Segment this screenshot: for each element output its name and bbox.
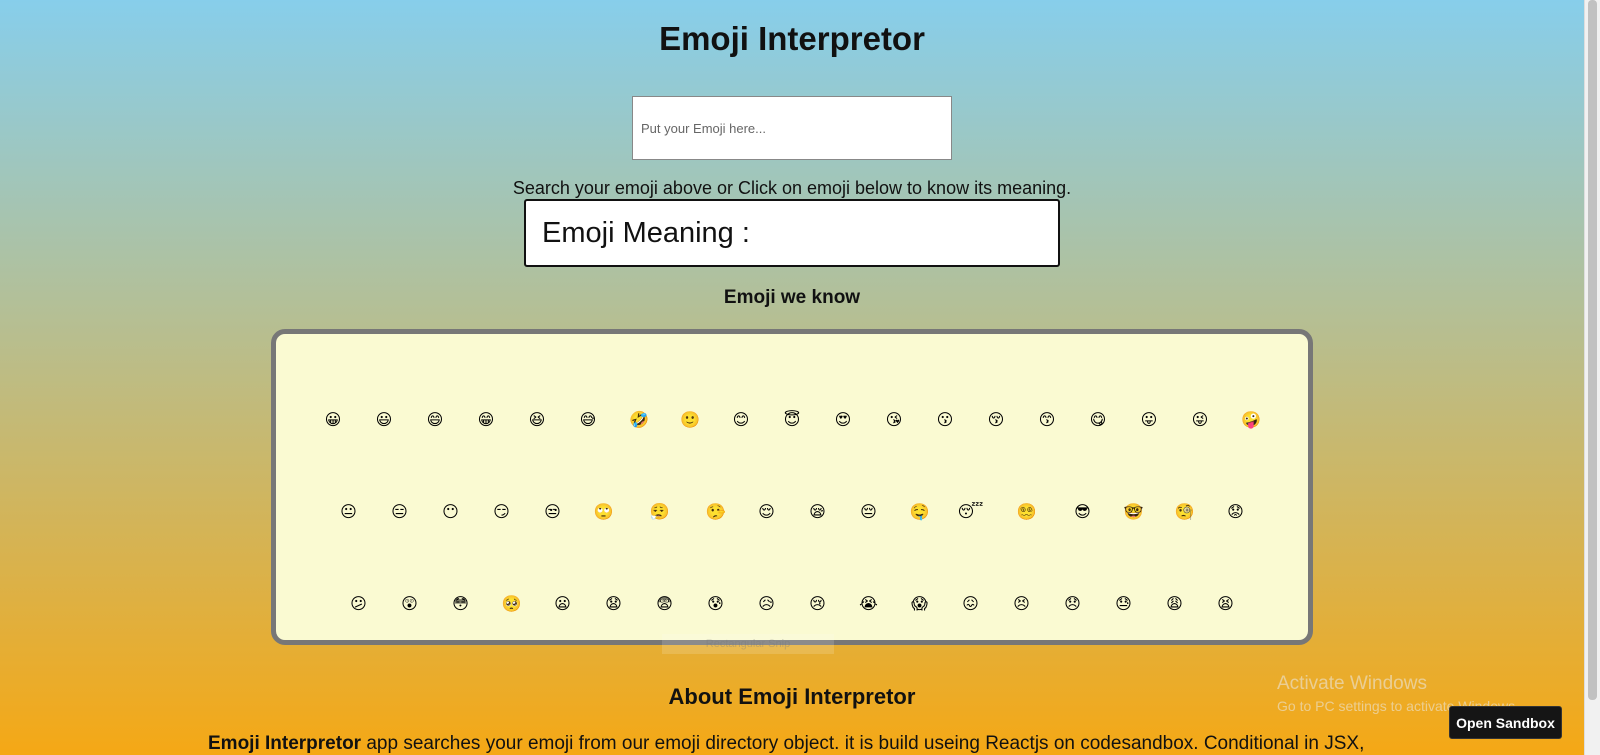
emoji-item[interactable]: 😇	[767, 407, 818, 431]
emoji-item[interactable]: 🥺	[486, 591, 537, 615]
emoji-item[interactable]: 😔	[843, 499, 894, 523]
emoji-item[interactable]: 😧	[588, 591, 639, 615]
emoji-row-3: 😕 😲 😳 🥺 😦 😧 😨 😰 😥 😢 😭 😱 😖 😣 😞 😓 😩 😫	[276, 591, 1308, 615]
emoji-item[interactable]: 🤪	[1226, 407, 1277, 431]
emoji-item[interactable]: 😮‍💨	[629, 499, 690, 523]
emoji-item[interactable]: 😊	[716, 407, 767, 431]
emoji-item[interactable]: 🙄	[578, 499, 629, 523]
emoji-row-2: 😐 😑 😶 😏 😒 🙄 😮‍💨 🤥 😌 😪 😔 🤤 😴 😵‍💫 😎 🤓 🧐 😟	[276, 499, 1308, 523]
snip-overlay-label: Rectangular Snip	[662, 634, 834, 654]
emoji-item[interactable]: 😓	[1098, 591, 1149, 615]
emoji-item[interactable]: 😁	[461, 407, 512, 431]
meaning-label: Emoji Meaning :	[542, 217, 750, 249]
emoji-item[interactable]: 😩	[1149, 591, 1200, 615]
emoji-item[interactable]: 😒	[527, 499, 578, 523]
emoji-item[interactable]: 😃	[359, 407, 410, 431]
emoji-item[interactable]: 🙂	[665, 407, 716, 431]
emoji-item[interactable]: 🤣	[614, 407, 665, 431]
emoji-item[interactable]: 😢	[792, 591, 843, 615]
emoji-item[interactable]: 😘	[869, 407, 920, 431]
emoji-item[interactable]: 😭	[843, 591, 894, 615]
emoji-item[interactable]: 🤓	[1108, 499, 1159, 523]
emoji-item[interactable]: 😑	[374, 499, 425, 523]
emoji-item[interactable]: 😵‍💫	[996, 499, 1057, 523]
emoji-item[interactable]: 🤤	[894, 499, 945, 523]
instruction-text: Search your emoji above or Click on emoj…	[512, 178, 1072, 198]
emoji-item[interactable]: 😳	[435, 591, 486, 615]
emoji-list-title: Emoji we know	[723, 287, 861, 308]
emoji-item[interactable]: 😞	[1047, 591, 1098, 615]
about-description: app searches your emoji from our emoji d…	[361, 733, 1365, 754]
emoji-item[interactable]: 😨	[639, 591, 690, 615]
emoji-item[interactable]: 😋	[1073, 407, 1124, 431]
emoji-item[interactable]: 😖	[945, 591, 996, 615]
emoji-item[interactable]: 😕	[333, 591, 384, 615]
emoji-item[interactable]: 😲	[384, 591, 435, 615]
emoji-item[interactable]: 😄	[410, 407, 461, 431]
emoji-item[interactable]: 😌	[741, 499, 792, 523]
emoji-item[interactable]: 😎	[1057, 499, 1108, 523]
watermark-title: Activate Windows	[1277, 673, 1427, 694]
emoji-item[interactable]: 😜	[1175, 407, 1226, 431]
about-app-name: Emoji Interpretor	[208, 733, 362, 754]
emoji-search-input[interactable]	[632, 96, 952, 160]
emoji-item[interactable]: 😦	[537, 591, 588, 615]
open-sandbox-button[interactable]: Open Sandbox	[1449, 706, 1562, 739]
emoji-item[interactable]: 😗	[920, 407, 971, 431]
emoji-row-1: 😀 😃 😄 😁 😆 😅 🤣 🙂 😊 😇 😍 😘 😗 😚 😙 😋 😛 😜 🤪	[276, 407, 1308, 431]
emoji-item[interactable]: 😟	[1210, 499, 1261, 523]
emoji-item[interactable]: 😚	[971, 407, 1022, 431]
emoji-item[interactable]: 😪	[792, 499, 843, 523]
emoji-item[interactable]: 😙	[1022, 407, 1073, 431]
emoji-item[interactable]: 🧐	[1159, 499, 1210, 523]
page-scrollbar[interactable]	[1584, 0, 1600, 755]
emoji-list-panel: 😀 😃 😄 😁 😆 😅 🤣 🙂 😊 😇 😍 😘 😗 😚 😙 😋 😛 😜 🤪 😐 😑 😶 😏 😒 🙄 😮‍💨 🤥 😌 😪 😔 🤤 😴 😵‍💫 😎 🤓…	[271, 329, 1313, 645]
emoji-item[interactable]: 😛	[1124, 407, 1175, 431]
emoji-item[interactable]: 😥	[741, 591, 792, 615]
emoji-item[interactable]: 😰	[690, 591, 741, 615]
emoji-item[interactable]: 🤥	[690, 499, 741, 523]
emoji-item[interactable]: 😶	[425, 499, 476, 523]
emoji-item[interactable]: 😐	[323, 499, 374, 523]
about-paragraph: Emoji Interpretor app searches your emoj…	[208, 733, 1388, 755]
emoji-item[interactable]: 😱	[894, 591, 945, 615]
emoji-item[interactable]: 😍	[818, 407, 869, 431]
emoji-item[interactable]: 😣	[996, 591, 1047, 615]
emoji-item[interactable]: 😫	[1200, 591, 1251, 615]
page: Emoji Interpretor Search your emoji abov…	[0, 0, 1584, 755]
emoji-meaning-output: Emoji Meaning :	[524, 199, 1060, 267]
emoji-item[interactable]: 😆	[512, 407, 563, 431]
emoji-item[interactable]: 😀	[308, 407, 359, 431]
emoji-item[interactable]: 😏	[476, 499, 527, 523]
emoji-item[interactable]: 😅	[563, 407, 614, 431]
scrollbar-thumb[interactable]	[1588, 0, 1597, 700]
emoji-item[interactable]: 😴	[945, 499, 996, 523]
page-title: Emoji Interpretor	[659, 20, 925, 57]
